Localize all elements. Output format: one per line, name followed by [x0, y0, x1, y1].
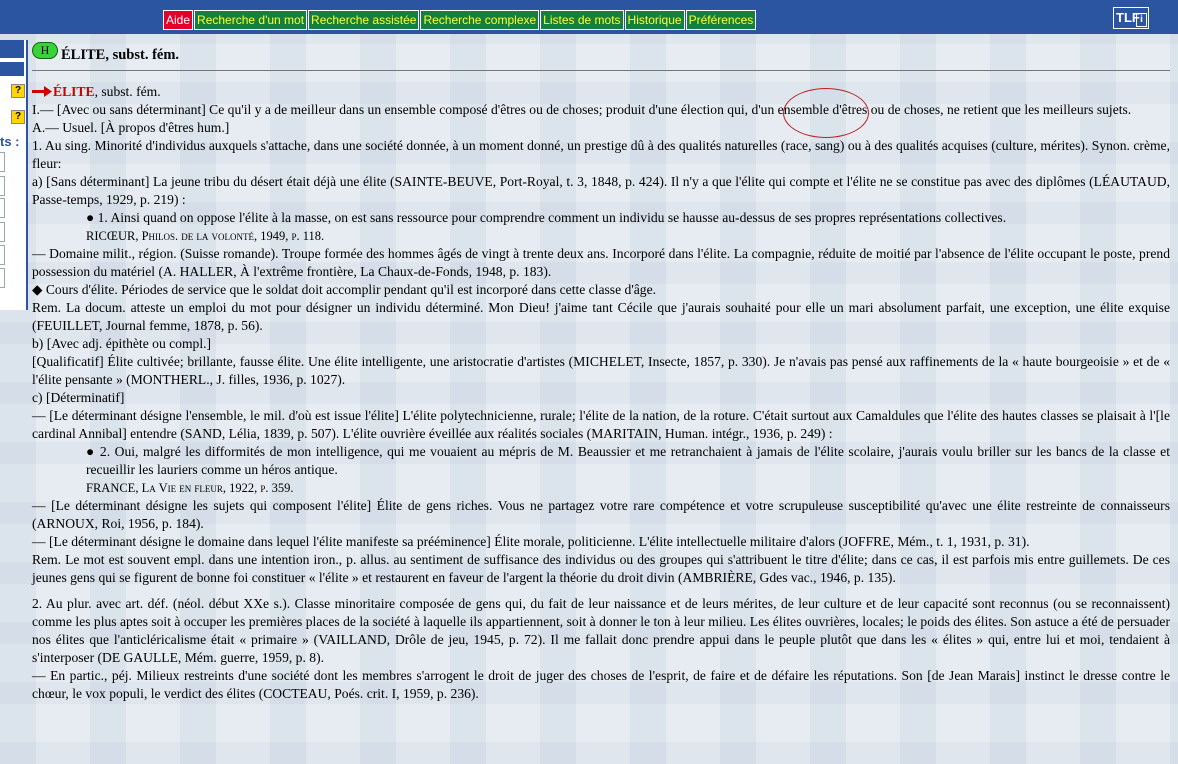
panel-field-4[interactable] [0, 222, 5, 242]
red-arrow-icon [32, 86, 52, 97]
example-source: RICŒUR, Philos. de la volonté, 1949, p. … [86, 229, 325, 243]
part-of-speech: , subst. fém. [94, 84, 161, 99]
entry-line: Rem. La docum. atteste un emploi du mot … [32, 300, 1170, 333]
top-nav-bar: Aide Recherche d'un mot Recherche assist… [0, 0, 1178, 34]
nav-aide-button[interactable]: Aide [163, 10, 194, 30]
panel-field-6[interactable] [0, 268, 5, 288]
panel-label: ts : [0, 134, 20, 149]
nav-recherche-assistee-button[interactable]: Recherche assistée [308, 10, 420, 30]
nav-preferences-button[interactable]: Préférences [685, 10, 757, 30]
left-side-panel: ts : [0, 40, 28, 310]
help-icon[interactable]: ? [11, 84, 25, 98]
entry-line: a) [Sans déterminant] La jeune tribu du … [32, 174, 1170, 207]
example-quote: ● 1. Ainsi quand on oppose l'élite à la … [86, 210, 1007, 225]
entry-line: — Domaine milit., région. (Suisse romand… [32, 246, 1170, 279]
entry-line: 2. Au plur. avec art. déf. (néol. début … [32, 596, 1170, 665]
entry-line: [Qualificatif] Élite cultivée; brillante… [32, 354, 1170, 387]
nav-historique-button[interactable]: Historique [624, 10, 685, 30]
entry-line: — [Le déterminant désigne le domaine dan… [32, 534, 1030, 549]
panel-field-2[interactable] [0, 176, 5, 196]
entry-body: ÉLITE, subst. fém. I.— [Avec ou sans dét… [32, 83, 1170, 703]
entry-headword: ÉLITE, subst. fém. [32, 83, 1170, 101]
tlfi-logo[interactable]: TLF i [1113, 7, 1149, 29]
lemma: ÉLITE [53, 84, 95, 99]
dictionary-article: H ÉLITE, subst. fém. ÉLITE, subst. fém. … [32, 40, 1170, 703]
entry-line: — En partic., péj. Milieux restreints d'… [32, 668, 1170, 701]
entry-line: 1. Au sing. Minorité d'individus auxquel… [32, 138, 1170, 171]
entry-line: b) [Avec adj. épithète ou compl.] [32, 336, 212, 351]
nav-listes-mots-button[interactable]: Listes de mots [540, 10, 624, 30]
article-header: H ÉLITE, subst. fém. [32, 40, 1170, 71]
tlfi-logo-sub: i [1136, 13, 1147, 27]
page-title: ÉLITE, subst. fém. [61, 47, 180, 63]
help-icon[interactable]: ? [11, 110, 25, 124]
entry-line: Rem. Le mot est souvent empl. dans une i… [32, 552, 1170, 585]
nav-recherche-complexe-button[interactable]: Recherche complexe [420, 10, 540, 30]
example-quote: ● 2. Oui, malgré les difformités de mon … [86, 444, 1170, 477]
panel-field-5[interactable] [0, 245, 5, 265]
panel-header-bar [0, 40, 24, 58]
nav-recherche-mot-button[interactable]: Recherche d'un mot [194, 10, 308, 30]
entry-line: ◆ Cours d'élite. Périodes de service que… [32, 282, 657, 297]
entry-line: — [Le déterminant désigne l'ensemble, le… [32, 408, 1170, 441]
panel-field-3[interactable] [0, 198, 5, 218]
entry-line: A.— Usuel. [À propos d'êtres hum.] [32, 120, 230, 135]
panel-bar-2 [0, 62, 24, 76]
panel-field-1[interactable] [0, 152, 5, 172]
example-source: FRANCE, La Vie en fleur, 1922, p. 359. [86, 481, 294, 495]
entry-line: — [Le déterminant désigne les sujets qui… [32, 498, 1170, 531]
nav-menu: Aide Recherche d'un mot Recherche assist… [163, 10, 757, 30]
entry-line: I.— [Avec ou sans déterminant] Ce qu'il … [32, 102, 1132, 117]
entry-line: c) [Déterminatif] [32, 390, 125, 405]
h-badge-icon[interactable]: H [32, 42, 58, 59]
